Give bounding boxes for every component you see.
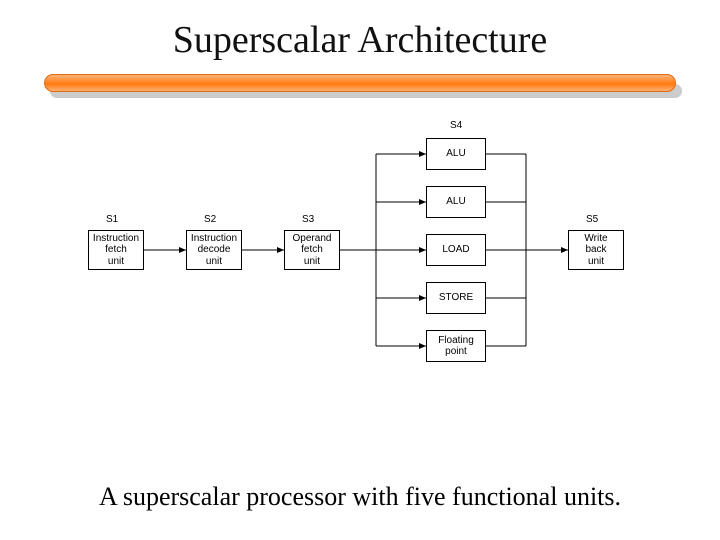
stage-label-s5: S5 bbox=[586, 214, 598, 225]
caption-text: A superscalar processor with five functi… bbox=[0, 482, 720, 512]
title-divider bbox=[44, 74, 676, 100]
box-alu-2: ALU bbox=[426, 186, 486, 218]
box-instruction-fetch: Instructionfetchunit bbox=[88, 230, 144, 270]
box-instruction-decode: Instructiondecodeunit bbox=[186, 230, 242, 270]
box-operand-fetch: Operandfetchunit bbox=[284, 230, 340, 270]
page-title: Superscalar Architecture bbox=[0, 0, 720, 62]
stage-label-s3: S3 bbox=[302, 214, 314, 225]
stage-label-s4: S4 bbox=[450, 120, 462, 131]
stage-label-s2: S2 bbox=[204, 214, 216, 225]
connector-lines bbox=[88, 130, 648, 430]
architecture-diagram: S1 S2 S3 S4 S5 Instructionfetchunit Inst… bbox=[88, 130, 648, 430]
box-store: STORE bbox=[426, 282, 486, 314]
stage-label-s1: S1 bbox=[106, 214, 118, 225]
box-load: LOAD bbox=[426, 234, 486, 266]
box-write-back: Writebackunit bbox=[568, 230, 624, 270]
box-alu-1: ALU bbox=[426, 138, 486, 170]
box-floating-point: Floatingpoint bbox=[426, 330, 486, 362]
